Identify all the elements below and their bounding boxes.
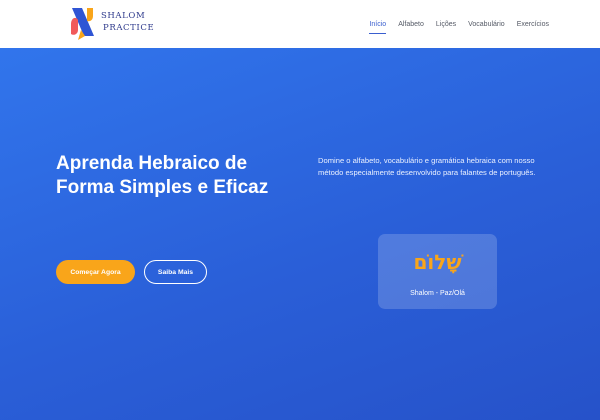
nav-link-alfabeto[interactable]: Alfabeto <box>398 17 424 32</box>
logo-line2: PRACTICE <box>103 23 155 33</box>
nav-link-vocabulario[interactable]: Vocabulário <box>468 17 505 32</box>
logo-line1: SHALOM <box>101 11 146 21</box>
word-card: שָׁלוֹם Shalom - Paz/Olá <box>378 234 497 309</box>
hero-section: Aprenda Hebraico de Forma Simples e Efic… <box>0 48 600 420</box>
main-nav: Início Alfabeto Lições Vocabulário Exerc… <box>357 0 549 48</box>
start-now-button[interactable]: Começar Agora <box>56 260 135 284</box>
hero-headline-line2: Forma Simples e Eficaz <box>56 177 269 198</box>
logo-wordmark: SHALOM PRACTICE <box>101 10 154 34</box>
hero-headline-line1: Aprenda Hebraico de <box>56 153 248 174</box>
learn-more-button[interactable]: Saiba Mais <box>144 260 207 284</box>
logo[interactable]: SHALOM PRACTICE <box>68 4 154 42</box>
word-caption: Shalom - Paz/Olá <box>410 290 465 297</box>
navbar: SHALOM PRACTICE Início Alfabeto Lições V… <box>0 0 600 48</box>
hero-subtext: Domine o alfabeto, vocabulário e gramáti… <box>318 156 536 178</box>
nav-link-exercicios[interactable]: Exercícios <box>517 17 549 32</box>
hebrew-word: שָׁלוֹם <box>413 250 462 274</box>
hero-headline: Aprenda Hebraico de Forma Simples e Efic… <box>56 152 316 200</box>
aleph-logo-icon <box>71 8 94 40</box>
nav-link-licoes[interactable]: Lições <box>436 17 456 32</box>
nav-link-inicio[interactable]: Início <box>369 17 386 34</box>
